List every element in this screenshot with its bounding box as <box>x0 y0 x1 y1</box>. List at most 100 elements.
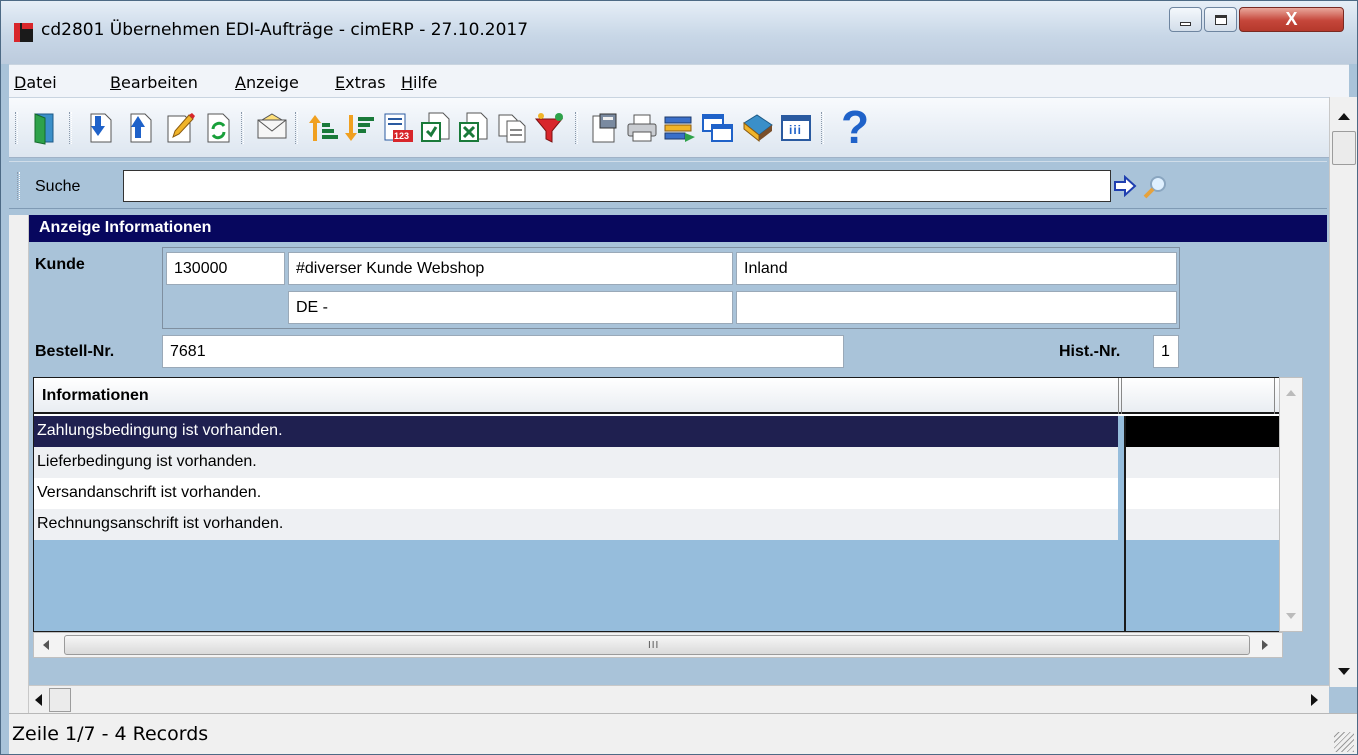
maximize-icon <box>1214 14 1227 25</box>
scroll-left-icon[interactable] <box>43 640 49 650</box>
column-resize-handle[interactable] <box>1118 378 1122 414</box>
menu-hilfe[interactable]: Hilfe <box>401 73 437 92</box>
table-row[interactable]: Lieferbedingung ist vorhanden. <box>34 447 1282 478</box>
scrollbar-thumb[interactable]: III <box>64 635 1250 655</box>
number-list-icon[interactable]: 123 <box>381 111 415 145</box>
windows-icon[interactable] <box>701 111 735 145</box>
toolbar-separator <box>69 112 72 144</box>
customer-label: Kunde <box>35 256 85 273</box>
number-list-label: 123 <box>394 131 410 141</box>
minimize-button[interactable] <box>1169 7 1202 32</box>
window-title: cd2801 Übernehmen EDI-Aufträge - cimERP … <box>41 20 529 40</box>
table-cell <box>1124 509 1282 540</box>
column-divider <box>1124 416 1126 631</box>
sort-descending-icon[interactable] <box>343 111 377 145</box>
status-bar: Zeile 1/7 - 4 Records <box>9 713 1357 754</box>
menu-extras[interactable]: Extras <box>335 73 386 92</box>
mail-envelope-icon[interactable] <box>255 111 289 145</box>
table-cell: Zahlungsbedingung ist vorhanden. <box>34 416 1118 447</box>
scrollbar-thumb[interactable] <box>49 688 71 712</box>
table-cell: Lieferbedingung ist vorhanden. <box>34 447 1118 478</box>
menu-bearbeiten[interactable]: Bearbeiten <box>110 73 198 92</box>
scroll-up-icon[interactable] <box>1286 390 1296 396</box>
grid-header: Informationen <box>34 378 1282 414</box>
toolbar-separator <box>821 112 824 144</box>
customer-country-field[interactable]: DE - <box>288 291 733 324</box>
column-divider <box>1274 378 1276 414</box>
properties-icon[interactable] <box>587 111 621 145</box>
book-tag-icon[interactable] <box>741 111 775 145</box>
hist-number-label: Hist.-Nr. <box>1059 343 1121 360</box>
magnifier-icon[interactable] <box>1141 174 1169 200</box>
table-cell <box>1124 416 1282 447</box>
excel-export-icon[interactable] <box>457 111 491 145</box>
customer-region-field[interactable]: Inland <box>736 252 1177 285</box>
table-cell <box>1124 478 1282 509</box>
search-label: Suche <box>35 178 81 195</box>
left-gutter <box>9 215 29 713</box>
toolbar: 123 iii ? <box>9 97 1329 158</box>
customer-number-field[interactable]: 130000 <box>166 252 285 285</box>
calendar-grid-icon[interactable]: iii <box>779 111 813 145</box>
info-panel: Kunde 130000 #diverser Kunde Webshop Inl… <box>29 242 1327 682</box>
table-row[interactable]: Zahlungsbedingung ist vorhanden. <box>34 416 1282 447</box>
refresh-icon[interactable] <box>201 111 235 145</box>
sort-ascending-icon[interactable] <box>307 111 341 145</box>
app-logo-icon <box>14 23 33 42</box>
toolbar-separator <box>241 112 244 144</box>
grid-vertical-scrollbar[interactable] <box>1279 377 1303 632</box>
arrow-right-icon[interactable] <box>1113 175 1137 197</box>
scrollbar-grip: III <box>648 640 660 651</box>
copy-document-icon[interactable] <box>495 111 529 145</box>
scroll-up-icon[interactable] <box>1338 113 1350 120</box>
upload-icon[interactable] <box>123 111 157 145</box>
help-question-icon[interactable]: ? <box>835 102 875 152</box>
maximize-button[interactable] <box>1204 7 1237 32</box>
table-row[interactable]: Rechnungsanschrift ist vorhanden. <box>34 509 1282 540</box>
close-button[interactable]: X <box>1239 7 1344 32</box>
toolbar-separator <box>575 112 578 144</box>
scrollbar-thumb[interactable] <box>1332 131 1356 165</box>
scroll-down-icon[interactable] <box>1286 613 1296 619</box>
scroll-right-icon[interactable] <box>1262 640 1268 650</box>
application-window: cd2801 Übernehmen EDI-Aufträge - cimERP … <box>0 0 1358 755</box>
menu-anzeige[interactable]: Anzeige <box>235 73 299 92</box>
order-number-label: Bestell-Nr. <box>35 343 115 360</box>
scroll-down-icon[interactable] <box>1338 668 1350 675</box>
search-bar: Suche <box>9 161 1327 209</box>
menu-bar: Datei Bearbeiten Anzeige Extras Hilfe <box>9 64 1349 97</box>
edit-pencil-icon[interactable] <box>163 111 197 145</box>
section-header: Anzeige Informationen <box>29 215 1327 242</box>
customer-name-field[interactable]: #diverser Kunde Webshop <box>288 252 733 285</box>
table-cell: Versandanschrift ist vorhanden. <box>34 478 1118 509</box>
info-grid: Informationen Zahlungsbedingung ist vorh… <box>33 377 1283 632</box>
order-number-field[interactable]: 7681 <box>162 335 844 368</box>
window-vertical-scrollbar[interactable] <box>1329 97 1357 687</box>
scroll-left-icon[interactable] <box>35 694 42 706</box>
status-text: Zeile 1/7 - 4 Records <box>12 723 209 745</box>
resize-grip-icon[interactable] <box>1334 732 1354 752</box>
title-bar[interactable]: cd2801 Übernehmen EDI-Aufträge - cimERP … <box>1 1 1357 64</box>
filter-funnel-icon[interactable] <box>533 111 567 145</box>
printer-icon[interactable] <box>625 111 659 145</box>
transfer-list-icon[interactable] <box>663 111 697 145</box>
toolbar-separator <box>295 112 298 144</box>
window-horizontal-scrollbar[interactable] <box>29 685 1329 713</box>
grid-horizontal-scrollbar[interactable]: III <box>33 632 1283 658</box>
search-input[interactable] <box>123 170 1111 202</box>
close-icon: X <box>1285 9 1298 29</box>
grid-body: Zahlungsbedingung ist vorhanden. Lieferb… <box>34 416 1282 631</box>
table-row[interactable]: Versandanschrift ist vorhanden. <box>34 478 1282 509</box>
hist-number-field[interactable]: 1 <box>1153 335 1179 368</box>
menu-datei[interactable]: Datei <box>14 73 57 92</box>
export-document-icon[interactable] <box>419 111 453 145</box>
exit-door-icon[interactable] <box>29 111 63 145</box>
customer-extra-field[interactable] <box>736 291 1177 324</box>
calendar-grid-glyph: iii <box>789 123 803 137</box>
minimize-icon <box>1180 21 1191 26</box>
download-icon[interactable] <box>83 111 117 145</box>
toolbar-separator <box>17 172 20 200</box>
table-cell <box>1124 447 1282 478</box>
column-header-informationen[interactable]: Informationen <box>42 387 149 405</box>
scroll-right-icon[interactable] <box>1311 694 1318 706</box>
